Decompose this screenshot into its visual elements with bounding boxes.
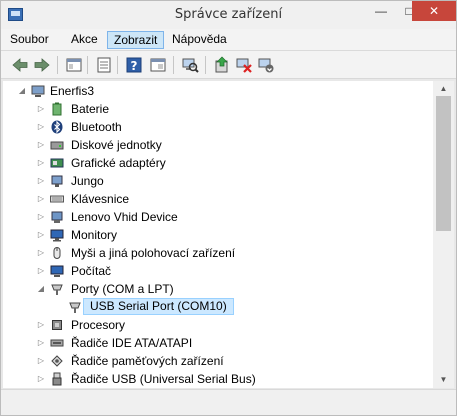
hid-device-icon	[51, 211, 63, 223]
tree-item-label: Lenovo Vhid Device	[71, 210, 178, 224]
tree-item-monitory[interactable]: ▷ Monitory	[3, 226, 423, 244]
menu-napoveda[interactable]: Nápověda	[166, 31, 233, 49]
tree-item-label: Bluetooth	[71, 120, 122, 134]
update-driver-icon[interactable]	[213, 56, 231, 74]
menu-soubor[interactable]: Soubor	[4, 31, 55, 49]
mouse-icon	[53, 247, 61, 259]
tree-item-graficke-adaptery[interactable]: ▷ Grafické adaptéry	[3, 154, 423, 172]
tree-item-radice-pametovych-zarizeni[interactable]: ▷ Řadiče paměťových zařízení	[3, 352, 423, 370]
tree-item-label: Jungo	[71, 174, 104, 188]
tree-item-usb-serial-port[interactable]: USB Serial Port (COM10)	[3, 298, 423, 316]
collapsed-arrow-icon[interactable]: ▷	[36, 190, 46, 208]
tree-item-pocitac[interactable]: ▷ Počítač	[3, 262, 423, 280]
tree-root-label: Enerfis3	[50, 84, 95, 98]
collapsed-arrow-icon[interactable]: ▷	[36, 244, 46, 262]
toolbar-separator	[205, 56, 206, 74]
collapsed-arrow-icon[interactable]: ▷	[36, 316, 46, 334]
collapsed-arrow-icon[interactable]: ▷	[36, 226, 46, 244]
toolbar-separator	[87, 56, 88, 74]
disk-drive-icon	[50, 141, 64, 150]
tree-item-label: Řadiče paměťových zařízení	[71, 354, 224, 368]
close-button[interactable]: ✕	[412, 1, 456, 21]
show-hide-tree-icon[interactable]	[65, 56, 83, 74]
jungo-device-icon	[51, 175, 63, 187]
tree-item-klavesnice[interactable]: ▷ Klávesnice	[3, 190, 423, 208]
tree-item-label: Baterie	[71, 102, 110, 116]
computer-icon	[50, 265, 64, 277]
ide-controller-icon	[50, 339, 64, 347]
scan-hardware-icon[interactable]	[181, 56, 199, 74]
scroll-up-icon[interactable]: ▲	[433, 81, 454, 97]
collapsed-arrow-icon[interactable]: ▷	[36, 172, 46, 190]
title-bar[interactable]: Správce zařízení — □ ✕	[1, 1, 456, 29]
tree-item-bluetooth[interactable]: ▷ Bluetooth	[3, 118, 423, 136]
tree-item-procesory[interactable]: ▷ Procesory	[3, 316, 423, 334]
tree-item-diskove-jednotky[interactable]: ▷ Diskové jednotky	[3, 136, 423, 154]
tree-item-label: Monitory	[71, 228, 118, 242]
status-bar	[1, 389, 456, 415]
expanded-arrow-icon[interactable]: ◢	[17, 82, 27, 100]
toolbar-separator	[117, 56, 118, 74]
usb-controller-icon	[52, 372, 62, 386]
svg-text:?: ?	[131, 59, 138, 73]
back-arrow-icon[interactable]	[11, 56, 29, 74]
tree-item-label: Myši a jiná polohovací zařízení	[71, 246, 236, 260]
help-icon[interactable]: ?	[125, 56, 143, 74]
battery-icon	[52, 102, 62, 116]
uninstall-device-icon[interactable]	[257, 56, 275, 74]
tree-item-label: Počítač	[71, 264, 112, 278]
collapsed-arrow-icon[interactable]: ▷	[36, 352, 46, 370]
collapsed-arrow-icon[interactable]: ▷	[36, 154, 46, 172]
tree-item-mysi[interactable]: ▷ Myši a jiná polohovací zařízení	[3, 244, 423, 262]
tree-item-lenovo-vhid-device[interactable]: ▷ Lenovo Vhid Device	[3, 208, 423, 226]
tree-item-jungo[interactable]: ▷ Jungo	[3, 172, 423, 190]
monitor-icon	[50, 229, 64, 242]
collapsed-arrow-icon[interactable]: ▷	[36, 118, 46, 136]
display-adapter-icon	[50, 158, 64, 168]
forward-arrow-icon[interactable]	[33, 56, 51, 74]
collapsed-arrow-icon[interactable]: ▷	[36, 100, 46, 118]
scroll-down-icon[interactable]: ▼	[433, 372, 454, 388]
tree-item-label: Procesory	[71, 318, 126, 332]
toolbar: ?	[1, 51, 456, 79]
vertical-scrollbar[interactable]: ▲ ▼	[433, 81, 454, 388]
toolbar-separator	[173, 56, 174, 74]
tree-item-porty[interactable]: ◢ Porty (COM a LPT)	[3, 280, 423, 298]
menu-akce[interactable]: Akce	[65, 31, 104, 49]
bluetooth-icon	[51, 120, 63, 134]
collapsed-arrow-icon[interactable]: ▷	[36, 208, 46, 226]
tree-item-label: Řadiče USB (Universal Serial Bus)	[71, 372, 256, 386]
tree-item-label: Diskové jednotky	[71, 138, 162, 152]
storage-controller-icon	[51, 355, 63, 367]
collapsed-arrow-icon[interactable]: ▷	[36, 334, 46, 352]
computer-icon	[31, 85, 45, 97]
port-connector-icon	[69, 302, 81, 313]
tree-item-label: Grafické adaptéry	[71, 156, 166, 170]
tree-item-baterie[interactable]: ▷ Baterie	[3, 100, 423, 118]
collapsed-arrow-icon[interactable]: ▷	[36, 136, 46, 154]
tree-root-computer[interactable]: ◢ Enerfis3	[3, 82, 423, 100]
device-tree[interactable]: ◢ Enerfis3 ▷ Baterie ▷ Bluetooth ▷ Disko…	[3, 81, 433, 388]
menu-zobrazit[interactable]: Zobrazit	[107, 31, 165, 49]
disable-device-icon[interactable]	[235, 56, 253, 74]
processor-icon	[52, 320, 62, 330]
tree-item-radice-ide[interactable]: ▷ Řadiče IDE ATA/ATAPI	[3, 334, 423, 352]
device-manager-window: Správce zařízení — □ ✕ Soubor Akce Zobra…	[0, 0, 457, 416]
tree-item-label: Řadiče IDE ATA/ATAPI	[71, 336, 193, 350]
view-icon[interactable]	[149, 56, 167, 74]
scrollbar-thumb[interactable]	[436, 96, 451, 231]
properties-icon[interactable]	[95, 56, 113, 74]
minimize-button[interactable]: —	[367, 1, 395, 21]
collapsed-arrow-icon[interactable]: ▷	[36, 262, 46, 280]
expanded-arrow-icon[interactable]: ◢	[36, 280, 46, 298]
tree-item-label: Porty (COM a LPT)	[71, 282, 174, 296]
tree-item-label: Klávesnice	[71, 192, 130, 206]
tree-item-radice-usb[interactable]: ▷ Řadiče USB (Universal Serial Bus)	[3, 370, 423, 388]
port-connector-icon	[51, 284, 63, 295]
collapsed-arrow-icon[interactable]: ▷	[36, 370, 46, 388]
menu-bar: Soubor Akce Zobrazit Nápověda	[1, 29, 456, 51]
toolbar-separator	[57, 56, 58, 74]
keyboard-icon	[50, 195, 64, 203]
tree-item-label: USB Serial Port (COM10)	[83, 298, 234, 315]
